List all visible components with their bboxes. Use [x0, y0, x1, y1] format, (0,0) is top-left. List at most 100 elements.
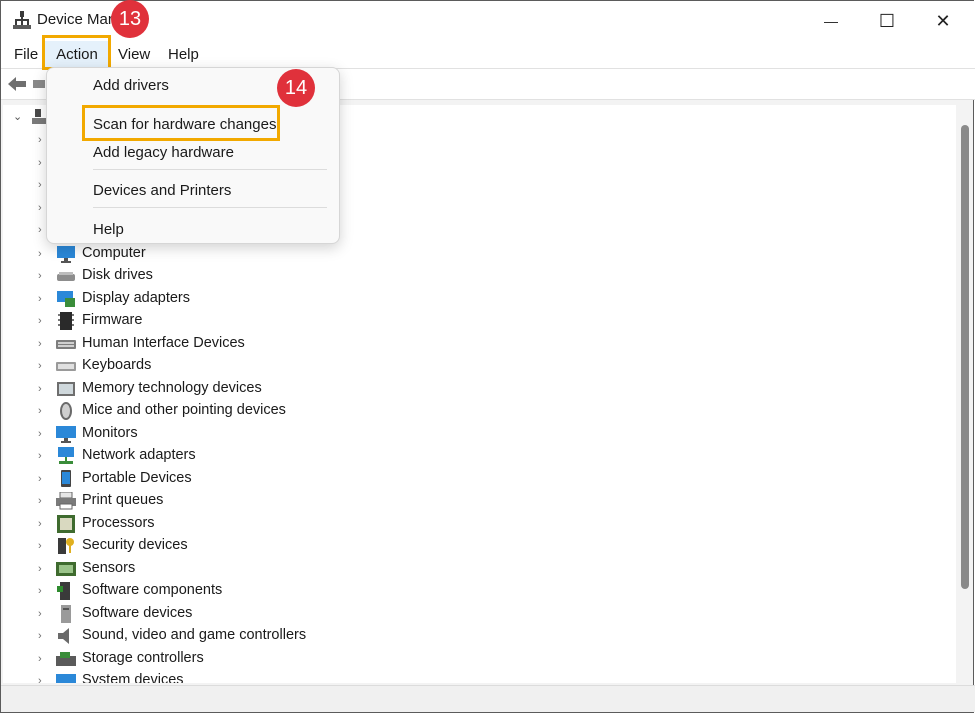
- minimize-icon: —: [824, 13, 838, 29]
- sound-icon: [58, 628, 69, 644]
- expand-chevron-icon[interactable]: ›: [38, 562, 48, 576]
- tree-row-label: Memory technology devices: [82, 380, 262, 396]
- expand-chevron-icon[interactable]: ›: [38, 539, 48, 553]
- tree-row-keyboards[interactable]: › Keyboards: [3, 355, 903, 377]
- memory-icon: [57, 382, 75, 396]
- menu-separator: [93, 207, 327, 208]
- menu-file[interactable]: File: [14, 41, 38, 68]
- scan-item-highlight: [82, 105, 280, 141]
- expand-chevron-icon[interactable]: ›: [38, 607, 48, 621]
- action-menu-highlight: [42, 35, 111, 70]
- tree-row-label: Software devices: [82, 605, 193, 621]
- expand-chevron-icon[interactable]: ›: [38, 359, 48, 373]
- tree-row-sound[interactable]: › Sound, video and game controllers: [3, 625, 903, 647]
- expand-chevron-icon[interactable]: ›: [38, 652, 48, 666]
- printer-icon: [56, 492, 76, 510]
- maximize-button[interactable]: ☐: [859, 1, 915, 41]
- step-badge-14: 14: [277, 69, 315, 107]
- sensor-icon: [56, 562, 76, 576]
- network-icon: [58, 447, 74, 464]
- menu-view[interactable]: View: [118, 41, 150, 68]
- tree-row-label: Display adapters: [82, 290, 190, 306]
- expand-chevron-icon[interactable]: ›: [38, 472, 48, 486]
- storage-controller-icon: [56, 652, 76, 666]
- tree-row-firmware[interactable]: › Firmware: [3, 310, 903, 332]
- tree-row-network[interactable]: › Network adapters: [3, 445, 903, 467]
- expand-chevron-icon[interactable]: ›: [38, 629, 48, 643]
- tree-row-portable[interactable]: › Portable Devices: [3, 468, 903, 490]
- status-bar: [1, 685, 975, 712]
- tree-row-label: Portable Devices: [82, 470, 192, 486]
- expand-chevron-icon[interactable]: ›: [38, 314, 48, 328]
- menu-item-help[interactable]: Help: [93, 221, 124, 238]
- tree-row-label: Security devices: [82, 537, 188, 553]
- computer-icon: [57, 246, 75, 263]
- tree-row-label: Human Interface Devices: [82, 335, 245, 351]
- expand-chevron-icon[interactable]: ›: [38, 674, 48, 683]
- monitor-icon: [56, 426, 76, 443]
- tree-row-computer[interactable]: › Computer: [3, 243, 903, 265]
- expand-chevron-icon[interactable]: ›: [38, 584, 48, 598]
- tree-row-label: System devices: [82, 672, 184, 683]
- tree-row-disk-drives[interactable]: › Disk drives: [3, 265, 903, 287]
- vertical-scrollbar[interactable]: [961, 125, 969, 589]
- device-manager-app-icon: [13, 11, 31, 29]
- tree-row-display-adapters[interactable]: › Display adapters: [3, 288, 903, 310]
- expand-chevron-icon[interactable]: ›: [38, 494, 48, 508]
- software-device-icon: [61, 605, 71, 623]
- system-device-icon: [56, 674, 76, 683]
- tree-row-security[interactable]: › Security devices: [3, 535, 903, 557]
- tree-row-monitors[interactable]: › Monitors: [3, 423, 903, 445]
- menu-item-add-drivers[interactable]: Add drivers: [93, 77, 169, 94]
- portable-device-icon: [61, 470, 71, 487]
- expand-chevron-icon[interactable]: ›: [38, 337, 48, 351]
- hid-icon: [56, 340, 76, 349]
- keyboard-icon: [56, 362, 76, 371]
- tree-row-label: Network adapters: [82, 447, 196, 463]
- tree-row-label: Sensors: [82, 560, 136, 576]
- expand-chevron-icon[interactable]: ›: [38, 427, 48, 441]
- expand-chevron-icon[interactable]: ›: [38, 247, 48, 261]
- software-component-icon: [57, 582, 70, 600]
- firmware-icon: [58, 312, 74, 330]
- mouse-icon: [60, 402, 72, 420]
- expand-chevron-icon[interactable]: ›: [38, 269, 48, 283]
- disk-drive-icon: [57, 272, 75, 281]
- tree-row-print-queues[interactable]: › Print queues: [3, 490, 903, 512]
- tree-row-storage[interactable]: › Storage controllers: [3, 648, 903, 670]
- close-icon: ✕: [935, 10, 951, 31]
- menu-bar: File Action View Help: [1, 41, 975, 69]
- tree-row-label: Sound, video and game controllers: [82, 627, 307, 643]
- forward-arrow-icon[interactable]: [33, 80, 45, 88]
- tree-row-software-devices[interactable]: › Software devices: [3, 603, 903, 625]
- tree-row-label: Keyboards: [82, 357, 152, 373]
- expand-chevron-icon[interactable]: ›: [38, 517, 48, 531]
- menu-item-devices-printers[interactable]: Devices and Printers: [93, 182, 231, 199]
- collapse-chevron-icon[interactable]: ⌄: [13, 110, 22, 123]
- tree-row-label: Software components: [82, 582, 223, 598]
- tree-row-mice[interactable]: › Mice and other pointing devices: [3, 400, 903, 422]
- tree-row-system-devices[interactable]: › System devices: [3, 670, 903, 683]
- tree-row-label: Print queues: [82, 492, 164, 508]
- back-arrow-icon[interactable]: [7, 75, 27, 93]
- tree-row-software-components[interactable]: › Software components: [3, 580, 903, 602]
- minimize-button[interactable]: —: [803, 1, 859, 41]
- tree-row-label: Computer: [82, 245, 146, 261]
- tree-row-label: Processors: [82, 515, 155, 531]
- expand-chevron-icon[interactable]: ›: [38, 449, 48, 463]
- tree-row-memory[interactable]: › Memory technology devices: [3, 378, 903, 400]
- tree-row-label: Disk drives: [82, 267, 153, 283]
- tree-row-processors[interactable]: › Processors: [3, 513, 903, 535]
- close-button[interactable]: ✕: [915, 1, 971, 41]
- tree-row-sensors[interactable]: › Sensors: [3, 558, 903, 580]
- expand-chevron-icon[interactable]: ›: [38, 382, 48, 396]
- maximize-icon: ☐: [878, 10, 896, 31]
- menu-help[interactable]: Help: [168, 41, 199, 68]
- display-adapter-icon: [57, 291, 75, 307]
- expand-chevron-icon[interactable]: ›: [38, 404, 48, 418]
- expand-chevron-icon[interactable]: ›: [38, 292, 48, 306]
- tree-row-label: Mice and other pointing devices: [82, 402, 286, 418]
- menu-item-add-legacy-hardware[interactable]: Add legacy hardware: [93, 144, 234, 161]
- window-title: Device Mar: [37, 11, 113, 28]
- tree-row-hid[interactable]: › Human Interface Devices: [3, 333, 903, 355]
